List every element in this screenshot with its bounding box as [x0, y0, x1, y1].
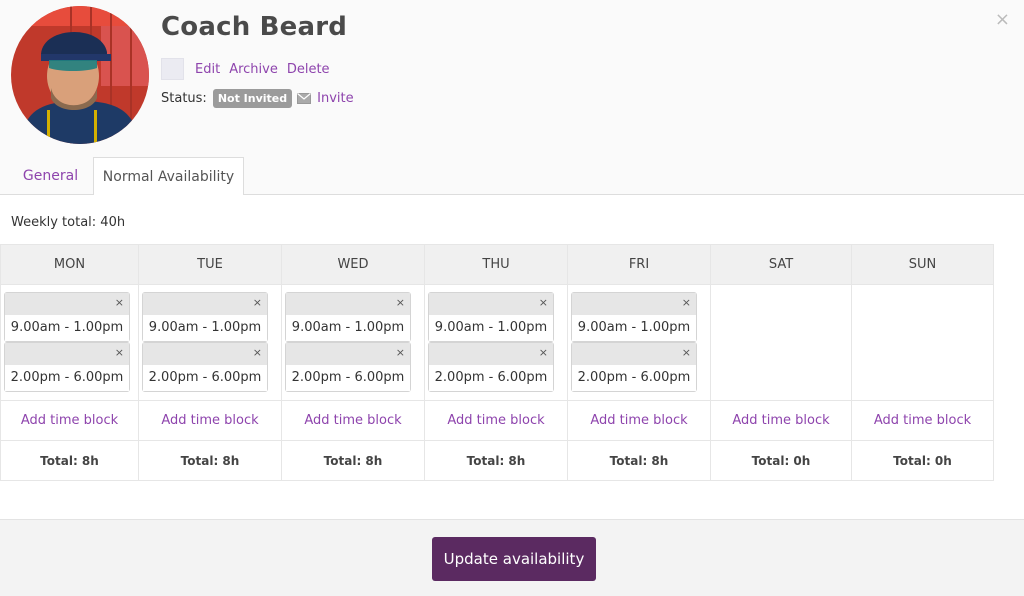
- day-blocks-fri: × 9.00am - 1.00pm × 2.00pm - 6.00pm: [567, 284, 711, 401]
- time-block-header: ×: [286, 343, 410, 365]
- remove-block-icon[interactable]: ×: [539, 296, 548, 309]
- remove-block-icon[interactable]: ×: [115, 346, 124, 359]
- availability-grid: MON TUE WED THU FRI SAT SUN × 9.00am - 1.00pm × 2…: [0, 244, 994, 481]
- add-time-block-link[interactable]: Add time block: [304, 413, 401, 428]
- time-block-range[interactable]: 2.00pm - 6.00pm: [429, 365, 553, 391]
- day-header-tue: TUE: [138, 244, 282, 285]
- time-block-range[interactable]: 9.00am - 1.00pm: [572, 315, 696, 341]
- edit-link[interactable]: Edit: [195, 62, 220, 77]
- add-cell-sun: Add time block: [851, 400, 994, 441]
- time-block[interactable]: × 9.00am - 1.00pm: [285, 292, 411, 342]
- day-header-fri: FRI: [567, 244, 711, 285]
- time-block[interactable]: × 2.00pm - 6.00pm: [428, 342, 554, 392]
- update-availability-button[interactable]: Update availability: [432, 537, 596, 581]
- remove-block-icon[interactable]: ×: [253, 346, 262, 359]
- profile-actions: Edit Archive Delete: [161, 58, 339, 80]
- day-blocks-wed: × 9.00am - 1.00pm × 2.00pm - 6.00pm: [281, 284, 425, 401]
- footer: Update availability: [0, 519, 1024, 596]
- add-time-block-link[interactable]: Add time block: [874, 413, 971, 428]
- time-block[interactable]: × 9.00am - 1.00pm: [142, 292, 268, 342]
- day-total-mon: Total: 8h: [0, 440, 139, 481]
- time-block-range[interactable]: 9.00am - 1.00pm: [5, 315, 129, 341]
- day-header-mon: MON: [0, 244, 139, 285]
- remove-block-icon[interactable]: ×: [682, 346, 691, 359]
- day-total-thu: Total: 8h: [424, 440, 568, 481]
- status-badge: Not Invited: [212, 88, 293, 108]
- color-swatch[interactable]: [161, 58, 184, 80]
- time-block[interactable]: × 9.00am - 1.00pm: [571, 292, 697, 342]
- remove-block-icon[interactable]: ×: [253, 296, 262, 309]
- time-block-header: ×: [572, 293, 696, 315]
- day-header-sun: SUN: [851, 244, 994, 285]
- status-label: Status:: [161, 90, 207, 106]
- time-block-range[interactable]: 9.00am - 1.00pm: [143, 315, 267, 341]
- profile-header: Coach Beard Edit Archive Delete Status: …: [0, 0, 1024, 157]
- time-block-range[interactable]: 9.00am - 1.00pm: [429, 315, 553, 341]
- time-block[interactable]: × 9.00am - 1.00pm: [428, 292, 554, 342]
- day-total-wed: Total: 8h: [281, 440, 425, 481]
- mail-icon: [297, 92, 312, 104]
- time-block-header: ×: [286, 293, 410, 315]
- day-blocks-sat: [710, 284, 852, 401]
- time-block-header: ×: [572, 343, 696, 365]
- time-block[interactable]: × 2.00pm - 6.00pm: [4, 342, 130, 392]
- day-blocks-thu: × 9.00am - 1.00pm × 2.00pm - 6.00pm: [424, 284, 568, 401]
- add-time-block-link[interactable]: Add time block: [161, 413, 258, 428]
- time-block-header: ×: [5, 343, 129, 365]
- tab-general[interactable]: General: [11, 157, 90, 195]
- time-block-range[interactable]: 2.00pm - 6.00pm: [286, 365, 410, 391]
- time-block[interactable]: × 2.00pm - 6.00pm: [142, 342, 268, 392]
- invite-link[interactable]: Invite: [317, 91, 353, 106]
- time-block-header: ×: [5, 293, 129, 315]
- day-total-sat: Total: 0h: [710, 440, 852, 481]
- day-header-sat: SAT: [710, 244, 852, 285]
- weekly-total: Weekly total: 40h: [11, 215, 126, 230]
- time-block-header: ×: [143, 293, 267, 315]
- remove-block-icon[interactable]: ×: [115, 296, 124, 309]
- profile-name: Coach Beard: [161, 12, 348, 42]
- time-block-header: ×: [429, 343, 553, 365]
- remove-block-icon[interactable]: ×: [539, 346, 548, 359]
- add-cell-thu: Add time block: [424, 400, 568, 441]
- archive-link[interactable]: Archive: [229, 62, 278, 77]
- status-row: Status: Not Invited Invite: [161, 87, 363, 109]
- time-block-range[interactable]: 2.00pm - 6.00pm: [572, 365, 696, 391]
- remove-block-icon[interactable]: ×: [682, 296, 691, 309]
- tab-bar: General Normal Availability: [0, 157, 1024, 196]
- time-block-range[interactable]: 9.00am - 1.00pm: [286, 315, 410, 341]
- day-total-sun: Total: 0h: [851, 440, 994, 481]
- day-blocks-mon: × 9.00am - 1.00pm × 2.00pm - 6.00pm: [0, 284, 139, 401]
- day-total-tue: Total: 8h: [138, 440, 282, 481]
- avatar: [11, 6, 149, 144]
- time-block[interactable]: × 2.00pm - 6.00pm: [285, 342, 411, 392]
- day-blocks-sun: [851, 284, 994, 401]
- remove-block-icon[interactable]: ×: [396, 296, 405, 309]
- add-time-block-link[interactable]: Add time block: [447, 413, 544, 428]
- delete-link[interactable]: Delete: [287, 62, 330, 77]
- time-block-range[interactable]: 2.00pm - 6.00pm: [5, 365, 129, 391]
- time-block-header: ×: [429, 293, 553, 315]
- day-blocks-tue: × 9.00am - 1.00pm × 2.00pm - 6.00pm: [138, 284, 282, 401]
- add-cell-sat: Add time block: [710, 400, 852, 441]
- time-block[interactable]: × 2.00pm - 6.00pm: [571, 342, 697, 392]
- day-total-fri: Total: 8h: [567, 440, 711, 481]
- remove-block-icon[interactable]: ×: [396, 346, 405, 359]
- time-block[interactable]: × 9.00am - 1.00pm: [4, 292, 130, 342]
- add-cell-wed: Add time block: [281, 400, 425, 441]
- close-icon[interactable]: ×: [995, 9, 1010, 30]
- add-cell-mon: Add time block: [0, 400, 139, 441]
- add-cell-fri: Add time block: [567, 400, 711, 441]
- day-header-thu: THU: [424, 244, 568, 285]
- time-block-header: ×: [143, 343, 267, 365]
- tab-normal-availability[interactable]: Normal Availability: [93, 157, 244, 196]
- availability-panel: Weekly total: 40h MON TUE WED THU FRI SAT SUN …: [0, 195, 1024, 519]
- time-block-range[interactable]: 2.00pm - 6.00pm: [143, 365, 267, 391]
- add-time-block-link[interactable]: Add time block: [590, 413, 687, 428]
- add-cell-tue: Add time block: [138, 400, 282, 441]
- day-header-wed: WED: [281, 244, 425, 285]
- add-time-block-link[interactable]: Add time block: [21, 413, 118, 428]
- add-time-block-link[interactable]: Add time block: [732, 413, 829, 428]
